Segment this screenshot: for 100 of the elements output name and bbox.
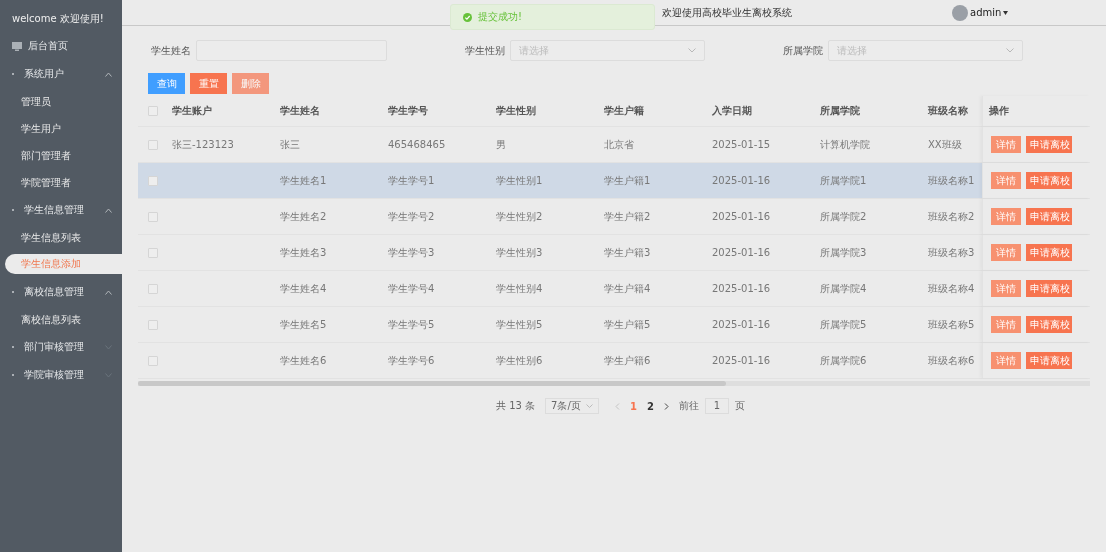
menu-item[interactable]: 后台首页 [0,32,122,60]
detail-button[interactable]: 详情 [991,352,1021,369]
column-header: 所属学院 [819,104,861,118]
menu-item[interactable]: 学生信息添加 [5,254,122,274]
table-cell: 2025-01-15 [712,139,771,150]
menu-item[interactable]: 部门管理者 [0,142,122,169]
avatar-icon[interactable] [952,4,968,21]
menu-item[interactable]: 管理员 [0,88,122,115]
table-row[interactable]: 学生姓名4 学生学号4 学生性别4 学生户籍4 2025-01-16 所属学院4 班级名称4 详情 申请离校 [138,271,1090,307]
chevron-icon [105,71,112,77]
column-header: 学生姓名 [279,104,321,118]
menu-item[interactable]: 离校信息列表 [0,306,122,333]
menu-group[interactable]: 学生信息管理 [0,196,122,224]
table-cell: 学生学号3 [388,245,435,260]
scrollbar-thumb[interactable] [138,381,726,386]
table-cell: 2025-01-16 [712,355,771,366]
checkbox[interactable] [148,175,158,186]
menu-item[interactable]: 学生信息列表 [0,224,122,251]
checkbox[interactable] [148,106,158,116]
column-header: 学生学号 [387,104,429,118]
table-cell: 学生学号1 [388,173,435,188]
success-toast: 提交成功! [450,4,655,30]
table-cell: 学生户籍3 [604,245,651,260]
table-cell: 班级名称6 [928,353,975,368]
detail-button[interactable]: 详情 [991,280,1021,297]
action-button[interactable]: 重置 [190,73,227,94]
table-cell: 班级名称2 [928,209,975,224]
column-header: 操作 [982,96,1090,126]
apply-button[interactable]: 申请离校 [1026,244,1072,261]
page-size-select[interactable]: 7条/页 [545,398,600,414]
apply-button[interactable]: 申请离校 [1026,208,1072,225]
table-cell: 2025-01-16 [712,247,771,258]
user-menu[interactable]: admin [970,7,1002,18]
table-cell: 学生性别3 [496,245,543,260]
apply-button[interactable]: 申请离校 [1026,280,1072,297]
table-cell: 所属学院2 [820,209,867,224]
table-cell: 学生户籍6 [604,353,651,368]
table-row[interactable]: 学生姓名3 学生学号3 学生性别3 学生户籍3 2025-01-16 所属学院3 班级名称3 详情 申请离校 [138,235,1090,271]
table-cell: 2025-01-16 [712,283,771,294]
table-cell: 2025-01-16 [712,211,771,222]
table-cell: 学生性别4 [496,281,543,296]
apply-button[interactable]: 申请离校 [1026,316,1072,333]
field-label: 学生性别 [465,43,505,58]
detail-button[interactable]: 详情 [991,244,1021,261]
welcome-text: welcome 欢迎使用! [11,12,105,26]
table-cell: 班级名称3 [928,245,975,260]
checkbox[interactable] [148,355,158,366]
table-cell: 学生户籍2 [604,209,651,224]
table-cell: XX班级 [928,137,962,152]
checkbox[interactable] [148,211,158,222]
table-cell: 学生姓名2 [280,209,327,224]
next-icon[interactable] [664,402,670,410]
page-number[interactable]: 1 [630,400,638,412]
column-header: 班级名称 [927,104,969,118]
apply-button[interactable]: 申请离校 [1026,352,1072,369]
table-row[interactable]: 学生姓名2 学生学号2 学生性别2 学生户籍2 2025-01-16 所属学院2 班级名称2 详情 申请离校 [138,199,1090,235]
table-cell: 学生姓名3 [280,245,327,260]
page-input[interactable]: 1 [705,398,730,414]
table-row[interactable]: 学生姓名6 学生学号6 学生性别6 学生户籍6 2025-01-16 所属学院6 班级名称6 详情 申请离校 [138,343,1090,379]
field-label: 所属学院 [783,43,823,58]
table-cell: 张三 [280,137,300,152]
column-header: 入学日期 [711,104,753,118]
caret-icon [1003,10,1009,15]
table-cell: 465468465 [388,139,446,150]
checkbox[interactable] [148,247,158,258]
column-header: 学生户籍 [603,104,645,118]
menu-group[interactable]: 离校信息管理 [0,278,122,306]
column-header: 学生账户 [171,104,213,118]
table-cell: 张三-123123 [172,137,234,152]
checkbox[interactable] [148,139,158,150]
action-button[interactable]: 查询 [148,73,185,94]
menu-group[interactable]: 学院审核管理 [0,361,122,389]
page-suffix: 页 [735,399,746,413]
table-row[interactable]: 学生姓名5 学生学号5 学生性别5 学生户籍5 2025-01-16 所属学院5 班级名称5 详情 申请离校 [138,307,1090,343]
chevron-icon [105,207,112,213]
detail-button[interactable]: 详情 [991,208,1021,225]
menu-group[interactable]: 部门审核管理 [0,333,122,361]
table-cell: 男 [496,137,506,152]
table-cell: 班级名称5 [928,317,975,332]
table-cell: 学生学号2 [388,209,435,224]
detail-button[interactable]: 详情 [991,136,1021,153]
table-cell: 学生姓名1 [280,173,327,188]
detail-button[interactable]: 详情 [991,172,1021,189]
detail-button[interactable]: 详情 [991,316,1021,333]
table-cell: 所属学院5 [820,317,867,332]
page-number[interactable]: 2 [647,400,655,412]
monitor-icon [12,41,22,51]
table-row[interactable]: 学生姓名1 学生学号1 学生性别1 学生户籍1 2025-01-16 所属学院1 班级名称1 详情 申请离校 [138,163,1090,199]
table-cell: 北京省 [604,137,634,152]
checkbox[interactable] [148,283,158,294]
table-cell: 学生户籍1 [604,173,651,188]
table-cell: 所属学院4 [820,281,867,296]
apply-button[interactable]: 申请离校 [1026,136,1072,153]
menu-group[interactable]: 系统用户 [0,60,122,88]
menu-item[interactable]: 学院管理者 [0,169,122,196]
menu-item[interactable]: 学生用户 [0,115,122,142]
checkbox[interactable] [148,319,158,330]
table-cell: 学生户籍4 [604,281,651,296]
page-title: 欢迎使用高校毕业生离校系统 [662,5,792,20]
apply-button[interactable]: 申请离校 [1026,172,1072,189]
